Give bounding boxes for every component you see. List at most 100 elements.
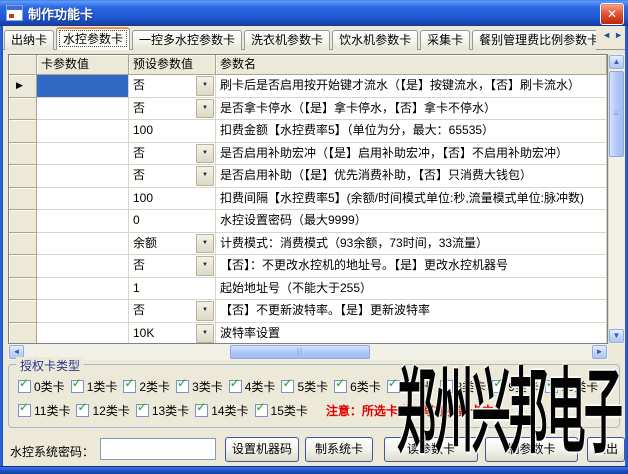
preset-value-cell[interactable]: 否▼ (129, 165, 216, 188)
tab-scroll-left-icon[interactable]: ◄ (602, 29, 611, 41)
tab-multi-water-control-parameter-card[interactable]: 一控多水控参数卡 (132, 30, 242, 50)
checkbox-card-type-13[interactable]: ✓13类卡 (136, 402, 189, 419)
checkbox-card-type-14[interactable]: ✓14类卡 (195, 402, 248, 419)
row-selector[interactable] (9, 120, 37, 143)
card-value-cell[interactable] (37, 143, 129, 166)
row-selector[interactable] (9, 98, 37, 121)
dropdown-icon[interactable]: ▼ (196, 166, 214, 186)
checkbox-card-type-0[interactable]: ✓0类卡 (18, 378, 65, 395)
preset-value-cell[interactable]: 否▼ (129, 98, 216, 121)
vertical-scroll-thumb[interactable]: ≡ (609, 71, 624, 157)
card-value-cell[interactable] (37, 188, 129, 211)
check-icon: ✓ (196, 401, 206, 413)
dropdown-icon[interactable]: ▼ (196, 144, 214, 164)
card-value-cell[interactable] (37, 120, 129, 143)
checkbox-box: ✓ (176, 380, 189, 393)
checkbox-card-type-2[interactable]: ✓2类卡 (123, 378, 170, 395)
preset-value-cell[interactable]: 否▼ (129, 75, 216, 98)
check-icon: ✓ (282, 377, 292, 389)
table-row: ▶ 否▼ 刷卡后是否启用按开始键才流水（【是】按键流水，【否】刷卡流水） (9, 75, 607, 98)
row-selector[interactable] (9, 255, 37, 278)
checkbox-card-type-8[interactable]: ✓8类卡 (440, 378, 487, 395)
row-selector[interactable]: ▶ (9, 75, 37, 98)
dropdown-icon[interactable]: ▼ (196, 256, 214, 276)
tab-cashier-card[interactable]: 出纳卡 (4, 30, 54, 50)
checkbox-card-type-15[interactable]: ✓15类卡 (255, 402, 308, 419)
set-machine-code-button[interactable]: 设置机器码 (225, 437, 299, 462)
checkbox-card-type-5[interactable]: ✓5类卡 (281, 378, 328, 395)
tab-water-control-parameter-card[interactable]: 水控参数卡 (56, 27, 130, 50)
card-value-cell[interactable] (37, 255, 129, 278)
horizontal-scroll-thumb[interactable]: || (230, 345, 370, 359)
make-system-card-button[interactable]: 制系统卡 (305, 437, 373, 462)
preset-value-cell[interactable]: 100 (129, 188, 216, 211)
horizontal-scrollbar[interactable]: ◄ || ► (8, 344, 608, 360)
row-selector[interactable] (9, 143, 37, 166)
checkbox-card-type-6[interactable]: ✓6类卡 (334, 378, 381, 395)
vertical-scrollbar[interactable]: ▲ ≡ ▼ (608, 54, 625, 344)
scroll-right-icon[interactable]: ► (592, 345, 607, 359)
row-selector[interactable] (9, 300, 37, 323)
tab-meal-fee-ratio-parameter-card[interactable]: 餐别管理费比例参数卡 (472, 30, 596, 50)
preset-value-cell[interactable]: 1 (129, 278, 216, 301)
tab-drinking-machine-parameter-card[interactable]: 饮水机参数卡 (332, 30, 418, 50)
dropdown-icon[interactable]: ▼ (196, 99, 214, 119)
make-parameter-card-button[interactable]: 制参数卡 (485, 437, 578, 462)
preset-value-cell[interactable]: 0 (129, 210, 216, 233)
card-value-cell[interactable] (37, 323, 129, 345)
preset-value-cell[interactable]: 余额▼ (129, 233, 216, 256)
row-selector[interactable] (9, 233, 37, 256)
checkbox-card-type-1[interactable]: ✓1类卡 (71, 378, 118, 395)
preset-value-cell[interactable]: 否▼ (129, 143, 216, 166)
card-type-row-1: ✓0类卡 ✓1类卡 ✓2类卡 ✓3类卡 ✓4类卡 ✓5类卡 ✓6类卡 ✓7类卡 … (18, 378, 598, 395)
card-value-cell[interactable] (37, 98, 129, 121)
dropdown-icon[interactable]: ▼ (196, 234, 214, 254)
checkbox-box: ✓ (545, 380, 558, 393)
check-icon: ✓ (177, 377, 187, 389)
card-value-cell[interactable] (37, 300, 129, 323)
thumb-grip-icon: || (297, 348, 303, 356)
scroll-down-icon[interactable]: ▼ (609, 329, 624, 343)
tab-washing-machine-parameter-card[interactable]: 洗衣机参数卡 (244, 30, 330, 50)
checkbox-card-type-7[interactable]: ✓7类卡 (387, 378, 434, 395)
card-type-note: 注意：所选卡类型写在参数卡中， (326, 402, 506, 419)
grid-corner-cell (9, 55, 37, 75)
scroll-up-icon[interactable]: ▲ (609, 55, 624, 69)
checkbox-card-type-10[interactable]: ✓10类卡 (545, 378, 598, 395)
card-value-cell[interactable] (37, 75, 129, 98)
checkbox-card-type-3[interactable]: ✓3类卡 (176, 378, 223, 395)
preset-value-cell[interactable]: 否▼ (129, 255, 216, 278)
dropdown-icon[interactable]: ▼ (196, 301, 214, 321)
row-selector[interactable] (9, 188, 37, 211)
checkbox-card-type-9[interactable]: ✓9类卡 (492, 378, 539, 395)
card-value-cell[interactable] (37, 165, 129, 188)
dropdown-icon[interactable]: ▼ (196, 324, 214, 344)
preset-value-cell[interactable]: 100 (129, 120, 216, 143)
checkbox-box: ✓ (195, 404, 208, 417)
dropdown-icon[interactable]: ▼ (196, 76, 214, 96)
close-button[interactable]: ✕ (600, 3, 624, 25)
checkbox-box: ✓ (255, 404, 268, 417)
row-selector[interactable] (9, 210, 37, 233)
exit-button[interactable]: 退出 (587, 437, 625, 462)
checkbox-card-type-11[interactable]: ✓11类卡 (18, 402, 70, 419)
tab-scroll-right-icon[interactable]: ► (614, 29, 623, 41)
checkbox-card-type-12[interactable]: ✓12类卡 (76, 402, 129, 419)
card-value-cell[interactable] (37, 210, 129, 233)
preset-value-cell[interactable]: 否▼ (129, 300, 216, 323)
preset-value-cell[interactable]: 10K▼ (129, 323, 216, 345)
table-row: 1 起始地址号（不能大于255） (9, 278, 607, 301)
card-value-cell[interactable] (37, 278, 129, 301)
row-selector[interactable] (9, 278, 37, 301)
parameter-name-cell: 是否拿卡停水（【是】拿卡停水，【否】拿卡不停水） (216, 98, 607, 121)
read-parameter-card-button[interactable]: 读参数卡 (384, 437, 478, 462)
check-icon: ✓ (441, 377, 451, 389)
check-icon: ✓ (388, 377, 398, 389)
system-password-input[interactable] (100, 438, 216, 460)
checkbox-card-type-4[interactable]: ✓4类卡 (229, 378, 276, 395)
row-selector[interactable] (9, 323, 37, 345)
tab-collection-card[interactable]: 采集卡 (420, 30, 470, 50)
parameter-name-cell: 扣费间隔【水控费率5】(余额/时间模式单位:秒,流量模式单位:脉冲数) (216, 188, 607, 211)
card-value-cell[interactable] (37, 233, 129, 256)
row-selector[interactable] (9, 165, 37, 188)
